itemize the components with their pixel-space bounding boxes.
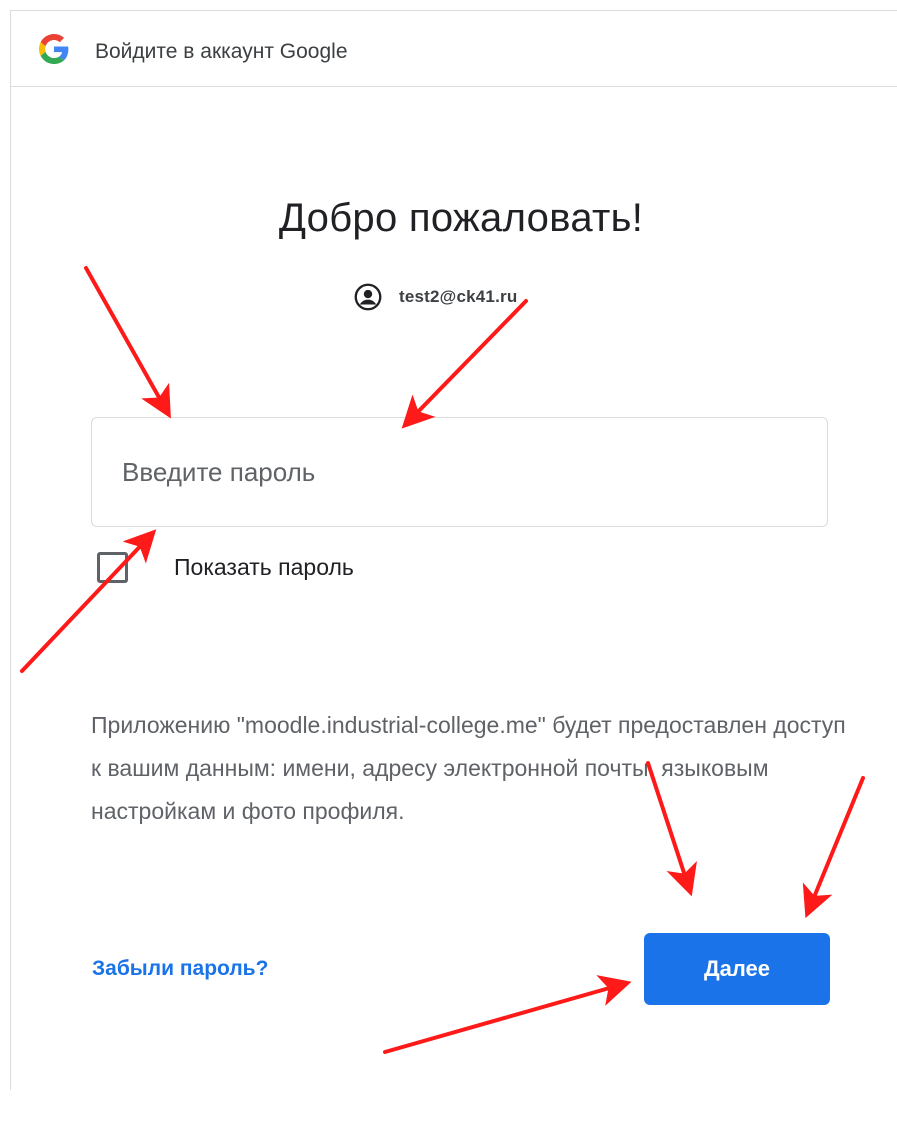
- password-field-container: [91, 417, 828, 527]
- account-circle-icon: [354, 283, 382, 311]
- account-chip[interactable]: test2@ck41.ru: [354, 282, 517, 312]
- forgot-password-link[interactable]: Забыли пароль?: [92, 957, 268, 981]
- header-title: Войдите в аккаунт Google: [95, 40, 348, 63]
- show-password-label[interactable]: Показать пароль: [174, 554, 354, 581]
- password-input[interactable]: [92, 418, 827, 526]
- google-g-icon: [39, 34, 69, 64]
- card-header: Войдите в аккаунт Google: [11, 11, 897, 87]
- welcome-heading: Добро пожаловать!: [278, 196, 644, 240]
- account-email: test2@ck41.ru: [399, 287, 518, 306]
- consent-text: Приложению "moodle.industrial-college.me…: [91, 712, 846, 824]
- next-button[interactable]: Далее: [644, 933, 830, 1005]
- signin-card: Войдите в аккаунт Google Добро пожаловат…: [10, 10, 897, 1090]
- show-password-checkbox[interactable]: [97, 552, 128, 583]
